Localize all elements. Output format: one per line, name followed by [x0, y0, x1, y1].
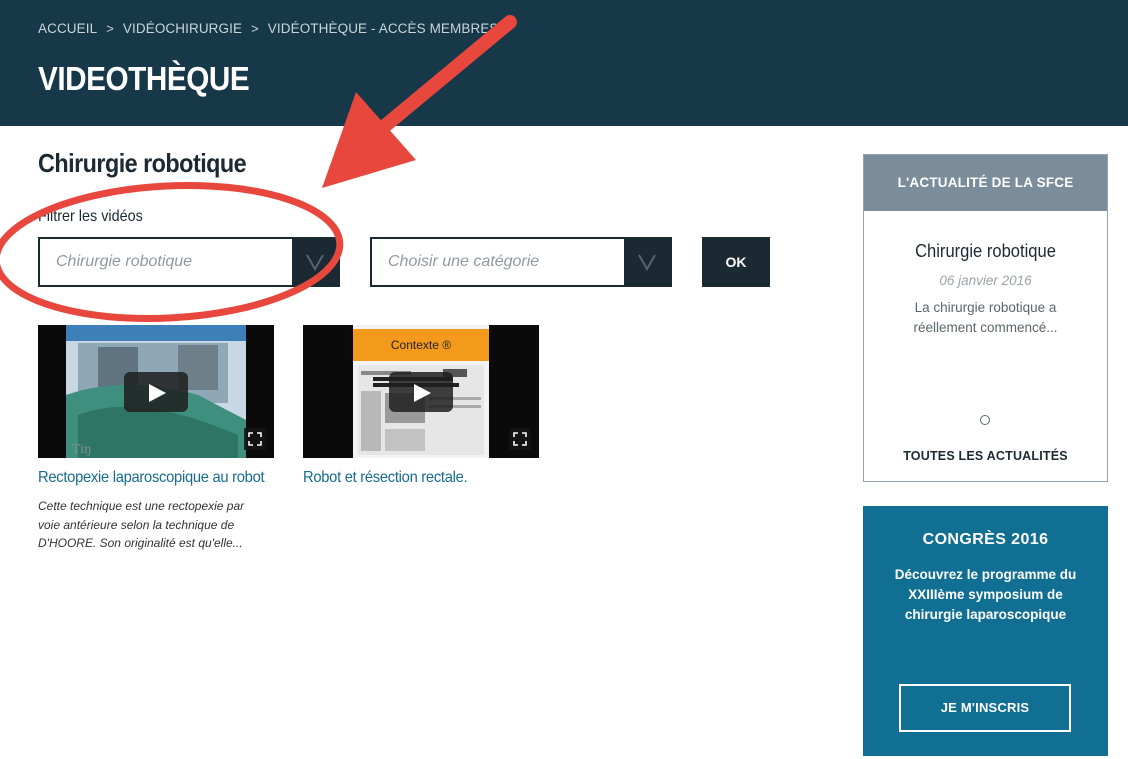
breadcrumb-separator: >	[251, 21, 259, 36]
page-header: ACCUEIL > VIDÉOCHIRURGIE > VIDÉOTHÈQUE -…	[0, 0, 1128, 126]
fullscreen-icon[interactable]	[509, 428, 531, 450]
specialty-select[interactable]: Chirurgie robotique	[38, 237, 340, 287]
specialty-select-value: Chirurgie robotique	[56, 253, 193, 270]
news-widget: L'ACTUALITÉ DE LA SFCE Chirurgie robotiq…	[863, 154, 1108, 482]
ok-button[interactable]: OK	[702, 237, 770, 287]
congress-text: Découvrez le programme du XXIIIème sympo…	[894, 567, 1077, 622]
breadcrumb-videochirurgie[interactable]: VIDÉOCHIRURGIE	[123, 21, 242, 36]
congress-title: CONGRÈS 2016	[922, 531, 1049, 548]
breadcrumb-videotheque[interactable]: VIDÉOTHÈQUE - ACCÈS MEMBRES	[268, 21, 499, 36]
all-news-link[interactable]: TOUTES LES ACTUALITÉS	[864, 449, 1107, 463]
register-button[interactable]: JE M'INSCRIS	[899, 684, 1071, 732]
video-card: Contexte ® Robot et résection rectale.	[303, 325, 539, 487]
news-title-link[interactable]: Chirurgie robotique	[874, 241, 1098, 262]
video-title-link[interactable]: Robot et résection rectale.	[303, 469, 520, 487]
carousel-dot[interactable]	[980, 415, 990, 425]
news-widget-header: L'ACTUALITÉ DE LA SFCE	[864, 155, 1107, 211]
play-button[interactable]	[124, 372, 188, 412]
breadcrumb-accueil[interactable]: ACCUEIL	[38, 21, 97, 36]
slide-heading: Contexte ®	[390, 338, 452, 352]
play-button[interactable]	[389, 372, 453, 412]
chevron-down-icon[interactable]	[624, 239, 670, 285]
section-title: Chirurgie robotique	[38, 148, 247, 178]
fullscreen-icon[interactable]	[244, 428, 266, 450]
filter-label: Filtrer les vidéos	[38, 208, 143, 225]
breadcrumb: ACCUEIL > VIDÉOCHIRURGIE > VIDÉOTHÈQUE -…	[38, 21, 499, 36]
video-description: Cette technique est une rectopexie par v…	[38, 499, 245, 550]
news-date: 06 janvier 2016	[939, 273, 1032, 288]
congress-widget: CONGRÈS 2016 Découvrez le programme du X…	[863, 506, 1108, 756]
video-title-link[interactable]: Rectopexie laparoscopique au robot	[38, 469, 265, 487]
news-excerpt: La chirurgie robotique a réellement comm…	[913, 300, 1058, 335]
breadcrumb-separator: >	[106, 21, 114, 36]
category-select[interactable]: Choisir une catégorie	[370, 237, 672, 287]
video-thumbnail[interactable]: Tiŋ	[38, 325, 274, 458]
page-title: VIDEOTHÈQUE	[38, 60, 250, 97]
svg-text:Tiŋ: Tiŋ	[72, 442, 92, 456]
video-card: Tiŋ Rectopexie laparoscopique au robot C…	[38, 325, 274, 553]
chevron-down-icon[interactable]	[292, 239, 338, 285]
video-thumbnail[interactable]: Contexte ®	[303, 325, 539, 458]
category-select-value: Choisir une catégorie	[388, 253, 540, 270]
